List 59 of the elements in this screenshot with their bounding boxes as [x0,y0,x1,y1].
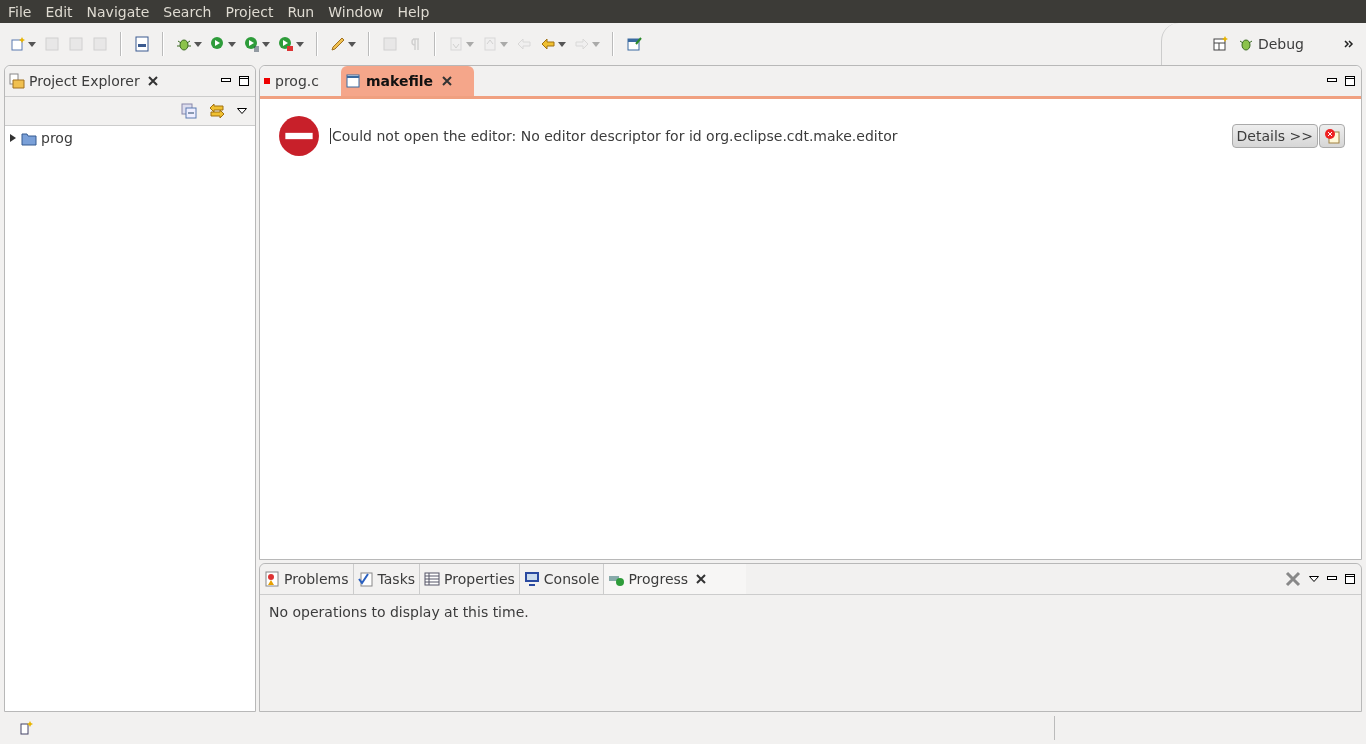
folder-icon [9,73,25,89]
more-chevron-icon[interactable] [1344,40,1354,48]
toolbar-button[interactable] [328,36,358,52]
close-icon[interactable] [696,574,707,584]
toolbar-button[interactable] [276,36,306,52]
toolbar-button[interactable] [208,36,238,52]
editor-tab[interactable]: makefile [340,66,475,96]
link-arrows-icon[interactable] [209,103,225,119]
view-tab[interactable]: Properties [420,564,520,594]
fast-view-icon[interactable] [18,720,34,736]
dropdown-caret-icon[interactable] [194,41,202,47]
details-button[interactable]: Details >> [1231,124,1318,148]
expand-arrow-icon[interactable] [9,134,17,142]
menu-item[interactable]: Edit [37,3,79,20]
dropdown-caret-icon[interactable] [28,41,36,47]
monitor-icon [523,571,540,587]
progress-message: No operations to display at this time. [269,604,529,620]
error-log-button[interactable] [1319,124,1345,148]
remove-all-icon[interactable] [1285,571,1301,587]
tree-item[interactable]: prog [41,130,73,146]
close-icon[interactable] [147,76,158,86]
menu-item[interactable]: Help [389,3,436,20]
menu-item[interactable]: Navigate [78,3,156,20]
dropdown-caret-icon[interactable] [558,41,566,47]
collapse-all-icon[interactable] [181,103,197,119]
menu-item[interactable]: Project [217,3,280,20]
error-stop-icon [278,115,320,157]
debug-perspective-button[interactable]: Debug [1235,34,1306,54]
bug-icon [1237,36,1254,52]
open-perspective-icon[interactable] [1211,36,1228,52]
close-icon[interactable] [442,76,453,86]
dropdown-caret-icon[interactable] [228,41,236,47]
menu-item[interactable]: Window [320,3,390,20]
view-tab[interactable]: Progress [604,564,747,594]
toolbar-button[interactable] [242,36,272,52]
toolbar-button[interactable] [174,36,204,52]
dropdown-caret-icon[interactable] [262,41,270,47]
properties-icon [424,571,441,587]
maximize-icon[interactable] [1345,76,1355,86]
tasks-icon [357,571,374,587]
menu-item[interactable]: Search [155,3,218,20]
toolbar-button[interactable] [8,36,38,52]
maximize-icon[interactable] [239,76,249,86]
maximize-icon[interactable] [1345,574,1355,584]
view-tab[interactable]: Tasks [353,564,421,594]
dropdown-caret-icon[interactable] [348,41,356,47]
view-tab[interactable]: Problems [260,564,354,594]
view-menu-icon[interactable] [237,108,247,114]
view-menu-icon[interactable] [1309,576,1319,582]
editor-tab[interactable]: prog.c [260,66,341,96]
error-log-icon [1324,128,1340,144]
c-file-icon [264,78,270,84]
problems-icon [264,571,280,587]
menu-item[interactable]: File [0,3,38,20]
file-icon [344,73,361,89]
error-message: Could not open the editor: No editor descriptor for id org.eclipse.cdt.make.editor [330,128,1230,144]
dropdown-caret-icon[interactable] [296,41,304,47]
menu-item[interactable]: Run [279,3,321,20]
folder-icon [21,130,37,146]
